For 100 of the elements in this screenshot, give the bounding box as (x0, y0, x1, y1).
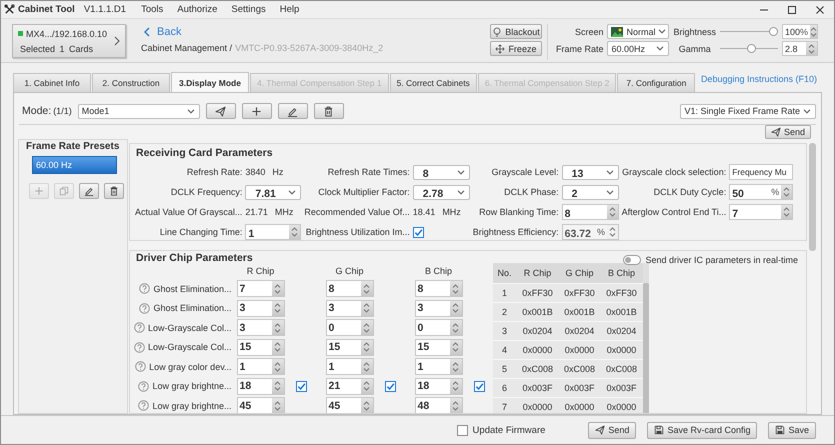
spin-stepper[interactable] (781, 205, 792, 219)
send-mode-button[interactable] (206, 103, 236, 119)
spin-field[interactable]: 21 (326, 378, 374, 395)
parameter-dropdown[interactable]: 7.81 (245, 184, 302, 200)
spin-field[interactable]: 3 (326, 300, 374, 317)
spin-field[interactable]: 0 (414, 319, 463, 336)
spin-stepper[interactable] (781, 185, 792, 199)
spin-field[interactable]: 45 (236, 397, 285, 413)
checkbox[interactable] (474, 380, 485, 392)
help-icon[interactable] (138, 380, 150, 392)
parameter-dropdown[interactable]: 8 (412, 164, 470, 180)
spin-stepper[interactable] (360, 398, 373, 413)
send-button[interactable]: Send (764, 125, 811, 139)
gamma-slider[interactable] (720, 44, 778, 53)
menu-item[interactable]: Tools (134, 4, 170, 15)
tab[interactable]: 2. Construction (92, 73, 170, 92)
checkbox[interactable] (296, 380, 307, 392)
toggle-switch[interactable] (623, 255, 642, 265)
spin-field[interactable]: 3 (414, 300, 463, 317)
spin-field[interactable]: 45 (326, 397, 374, 413)
spin-stepper[interactable] (360, 359, 373, 374)
spin-field[interactable]: 8 (562, 204, 619, 220)
spin-field[interactable]: 18 (236, 378, 285, 395)
checkbox[interactable] (384, 380, 396, 392)
save-button[interactable]: Save (768, 422, 816, 438)
input-field[interactable]: Frequency Mu (729, 164, 794, 180)
slider-thumb[interactable] (746, 44, 756, 53)
spin-field[interactable]: 15 (414, 338, 463, 356)
help-icon[interactable] (139, 283, 150, 294)
spin-stepper[interactable] (450, 340, 462, 355)
preset-item[interactable]: 60.00 Hz (32, 156, 117, 174)
checkbox[interactable] (456, 424, 468, 436)
add-button[interactable] (242, 103, 272, 119)
spin-field[interactable]: 8 (414, 280, 463, 298)
help-icon[interactable] (134, 322, 145, 334)
help-icon[interactable] (135, 361, 146, 372)
slider-thumb[interactable] (769, 27, 778, 36)
spin-stepper[interactable] (272, 300, 284, 316)
tab[interactable]: 7. Configuration (617, 73, 696, 92)
save-config-button[interactable]: Save Rv-card Config (647, 422, 758, 438)
spin-field[interactable]: 3 (236, 319, 285, 336)
back-link[interactable]: Back (141, 26, 182, 38)
edit-button[interactable] (278, 103, 308, 119)
menu-item[interactable]: Authorize (170, 4, 224, 15)
spin-stepper[interactable] (450, 320, 462, 336)
spin-stepper[interactable] (450, 359, 462, 374)
spin-field[interactable]: 1 (326, 358, 374, 376)
parameter-dropdown[interactable]: 13 (562, 164, 619, 180)
frame-rate-dropdown[interactable]: 60.00Hz (607, 41, 670, 56)
spin-stepper[interactable] (272, 359, 284, 374)
spin-stepper[interactable] (450, 281, 462, 296)
spin-stepper[interactable] (272, 340, 284, 355)
device-card[interactable]: MX4.../192.168.0.10 Selected 1 Cards (12, 24, 126, 58)
help-link[interactable]: Debugging Instructions (F10) (700, 74, 822, 84)
screen-dropdown[interactable]: Normal (607, 24, 670, 39)
spin-stepper[interactable] (272, 281, 284, 296)
spin-stepper[interactable] (360, 378, 373, 394)
spin-stepper[interactable] (360, 300, 373, 316)
parameter-dropdown[interactable]: 2.78 (412, 184, 470, 200)
spin-field[interactable]: 7 (729, 204, 794, 220)
spin-field[interactable]: 48 (414, 397, 463, 413)
spin-field[interactable]: 7 (236, 280, 285, 298)
mode-dropdown[interactable]: Mode1 (78, 104, 200, 118)
spin-field[interactable]: 15 (326, 338, 374, 356)
spin-field[interactable]: 18 (414, 378, 463, 395)
spin-field[interactable]: 3 (236, 300, 285, 317)
help-icon[interactable] (138, 400, 150, 412)
spin-field[interactable]: 1 (245, 224, 302, 240)
spin-stepper[interactable] (806, 42, 817, 55)
scrollbar[interactable] (642, 263, 649, 413)
spin-field[interactable]: 1 (236, 358, 285, 376)
spin-stepper[interactable] (450, 378, 462, 394)
gamma-field[interactable]: 2.8 (782, 41, 818, 56)
spin-stepper[interactable] (272, 320, 284, 336)
delete-preset-button[interactable] (104, 183, 124, 199)
freeze-button[interactable]: Freeze (490, 41, 542, 56)
edit-preset-button[interactable] (79, 183, 99, 199)
breadcrumb-link[interactable]: Cabinet Management / (141, 43, 232, 53)
blackout-button[interactable]: Blackout (490, 24, 542, 39)
spin-stepper[interactable] (272, 378, 284, 394)
brightness-slider[interactable] (720, 27, 778, 36)
spin-field[interactable]: 50 % (729, 184, 794, 200)
scrollbar[interactable] (809, 143, 816, 251)
send-button[interactable]: Send (588, 422, 636, 438)
spin-stepper[interactable] (289, 225, 300, 239)
tab[interactable]: 3.Display Mode (171, 72, 249, 92)
spin-stepper[interactable] (450, 398, 462, 413)
parameter-dropdown[interactable]: 2 (562, 184, 619, 200)
brightness-field[interactable]: 100% (782, 24, 818, 39)
delete-button[interactable] (314, 103, 344, 119)
spin-stepper[interactable] (360, 281, 373, 296)
spin-field[interactable]: 15 (236, 338, 285, 356)
help-icon[interactable] (139, 302, 150, 314)
spin-stepper[interactable] (606, 205, 618, 219)
spin-stepper[interactable] (360, 320, 373, 336)
spin-field[interactable]: 1 (414, 358, 463, 376)
menu-item[interactable]: Help (272, 4, 306, 15)
spin-field[interactable]: 8 (326, 280, 374, 298)
spin-stepper[interactable] (810, 25, 818, 38)
help-icon[interactable] (134, 342, 145, 353)
